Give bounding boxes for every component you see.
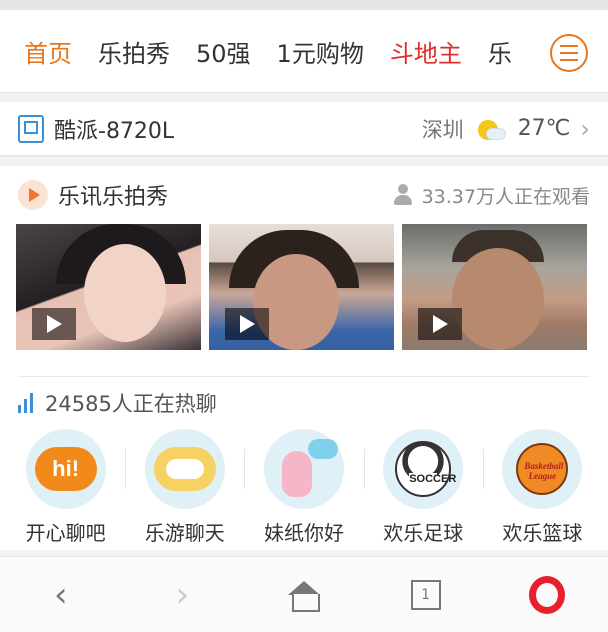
room-soccer[interactable]: SOCCER 欢乐足球 — [363, 429, 483, 549]
section-divider — [0, 156, 608, 166]
video-thumbnail[interactable] — [209, 224, 394, 350]
device-weather-bar[interactable]: 酷派-8720L 深圳 27℃ › — [0, 102, 608, 156]
tablet-icon — [18, 114, 44, 143]
video-list — [0, 224, 608, 350]
play-icon — [32, 308, 76, 340]
play-circle-icon — [18, 180, 48, 210]
tabs-button[interactable]: 1 — [396, 565, 456, 625]
channel-tabs: 首页 乐拍秀 50强 1元购物 斗地主 乐 — [0, 10, 608, 92]
opera-logo-icon — [529, 575, 566, 614]
chat-room-list: hi! 开心聊吧 乐游聊天 妹纸你好 SOCCER 欢乐足球 Basketbal… — [0, 429, 608, 549]
forward-icon[interactable]: › — [152, 565, 212, 625]
hi-bubble-icon: hi! — [25, 429, 106, 509]
menu-line-icon — [560, 45, 578, 47]
tab-doudizhu[interactable]: 斗地主 — [390, 34, 462, 69]
status-strip — [0, 0, 608, 10]
room-label: 乐游聊天 — [144, 521, 225, 545]
tab-top50[interactable]: 50强 — [196, 34, 251, 69]
tab-home[interactable]: 首页 — [24, 34, 72, 69]
room-label: 开心聊吧 — [25, 521, 106, 545]
room-game-chat[interactable]: 乐游聊天 — [125, 429, 244, 549]
partly-sunny-icon — [476, 116, 506, 142]
home-button[interactable] — [274, 565, 334, 625]
person-icon — [392, 184, 414, 206]
tab-lepaixiu[interactable]: 乐拍秀 — [98, 34, 170, 69]
basketball-icon: Basketball League — [502, 429, 583, 509]
video-thumbnail[interactable] — [16, 224, 201, 350]
room-label: 欢乐篮球 — [502, 521, 583, 545]
girl-chat-icon — [264, 429, 344, 509]
menu-line-icon — [560, 59, 578, 61]
room-happy-chat[interactable]: hi! 开心聊吧 — [6, 429, 125, 549]
chat-section-header: 24585人正在热聊 — [0, 377, 608, 429]
tab-more-partial[interactable]: 乐 — [488, 34, 512, 69]
chat-section-title: 24585人正在热聊 — [45, 392, 217, 416]
room-label: 妹纸你好 — [264, 521, 344, 545]
back-icon[interactable]: ‹ — [31, 565, 91, 625]
tab-count: 1 — [410, 579, 441, 610]
viewer-count: 33.37万人正在观看 — [421, 185, 590, 208]
live-section-header: 乐讯乐拍秀 33.37万人正在观看 — [0, 166, 608, 224]
chevron-right-icon[interactable]: › — [580, 115, 590, 143]
section-divider — [0, 92, 608, 102]
bottom-navigation: ‹ › 1 — [0, 556, 608, 632]
room-hello-girls[interactable]: 妹纸你好 — [244, 429, 363, 549]
bar-chart-icon — [18, 393, 33, 413]
tab-one-yuan-shopping[interactable]: 1元购物 — [277, 34, 364, 69]
play-icon — [225, 308, 269, 340]
gamepad-bubble-icon — [144, 429, 225, 509]
live-section-title[interactable]: 乐讯乐拍秀 — [58, 179, 168, 211]
room-basketball[interactable]: Basketball League 欢乐篮球 — [482, 429, 602, 549]
temperature: 27℃ — [517, 116, 571, 141]
video-thumbnail[interactable] — [402, 224, 587, 350]
menu-button[interactable] — [550, 34, 588, 72]
room-label: 欢乐足球 — [383, 521, 464, 545]
menu-line-icon — [560, 52, 578, 54]
device-name: 酷派-8720L — [54, 118, 175, 144]
play-icon — [418, 308, 462, 340]
home-icon — [287, 580, 320, 612]
soccer-ball-icon: SOCCER — [383, 429, 464, 509]
city-name: 深圳 — [421, 117, 464, 142]
opera-menu-button[interactable] — [517, 565, 577, 625]
